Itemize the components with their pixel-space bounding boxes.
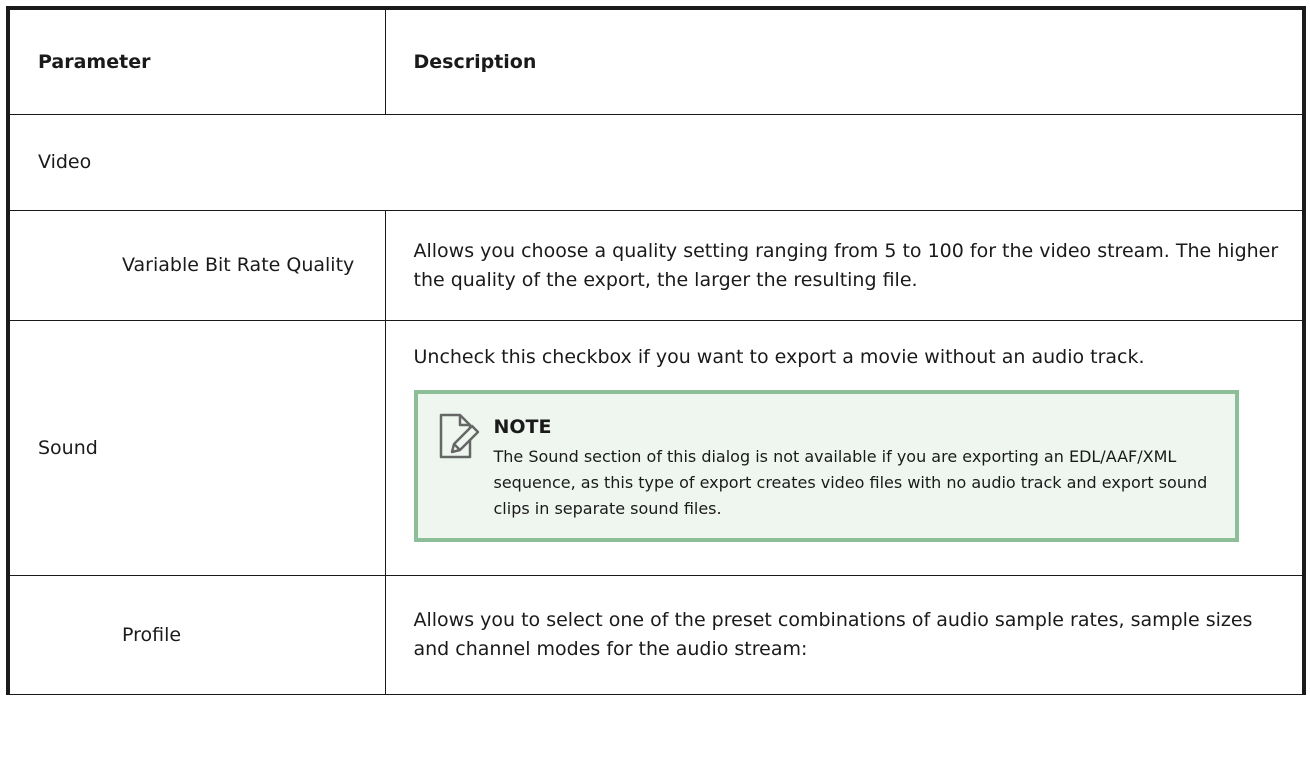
section-row-video: Video (6, 114, 1306, 211)
header-parameter: Parameter (6, 6, 386, 115)
param-profile: Profile (6, 575, 386, 695)
note-title: NOTE (493, 416, 552, 438)
note-text: The Sound section of this dialog is not … (493, 447, 1208, 518)
section-label-video: Video (6, 114, 1306, 211)
param-sound: Sound (6, 320, 386, 576)
table-header-row: Parameter Description (6, 6, 1306, 115)
table-row: Profile Allows you to select one of the … (6, 575, 1306, 695)
note-callout: NOTE The Sound section of this dialog is… (413, 390, 1239, 542)
table-row: Sound Uncheck this checkbox if you want … (6, 320, 1306, 576)
desc-sound-cell: Uncheck this checkbox if you want to exp… (384, 320, 1306, 576)
desc-profile: Allows you to select one of the preset c… (384, 575, 1306, 695)
note-icon (438, 412, 482, 460)
header-description: Description (384, 6, 1306, 115)
parameters-table: Parameter Description Video Variable Bit… (6, 6, 1306, 695)
param-variable-bit-rate-quality: Variable Bit Rate Quality (6, 210, 386, 321)
table-row: Variable Bit Rate Quality Allows you cho… (6, 210, 1306, 321)
desc-sound: Uncheck this checkbox if you want to exp… (413, 346, 1145, 368)
desc-variable-bit-rate-quality: Allows you choose a quality setting rang… (384, 210, 1306, 321)
